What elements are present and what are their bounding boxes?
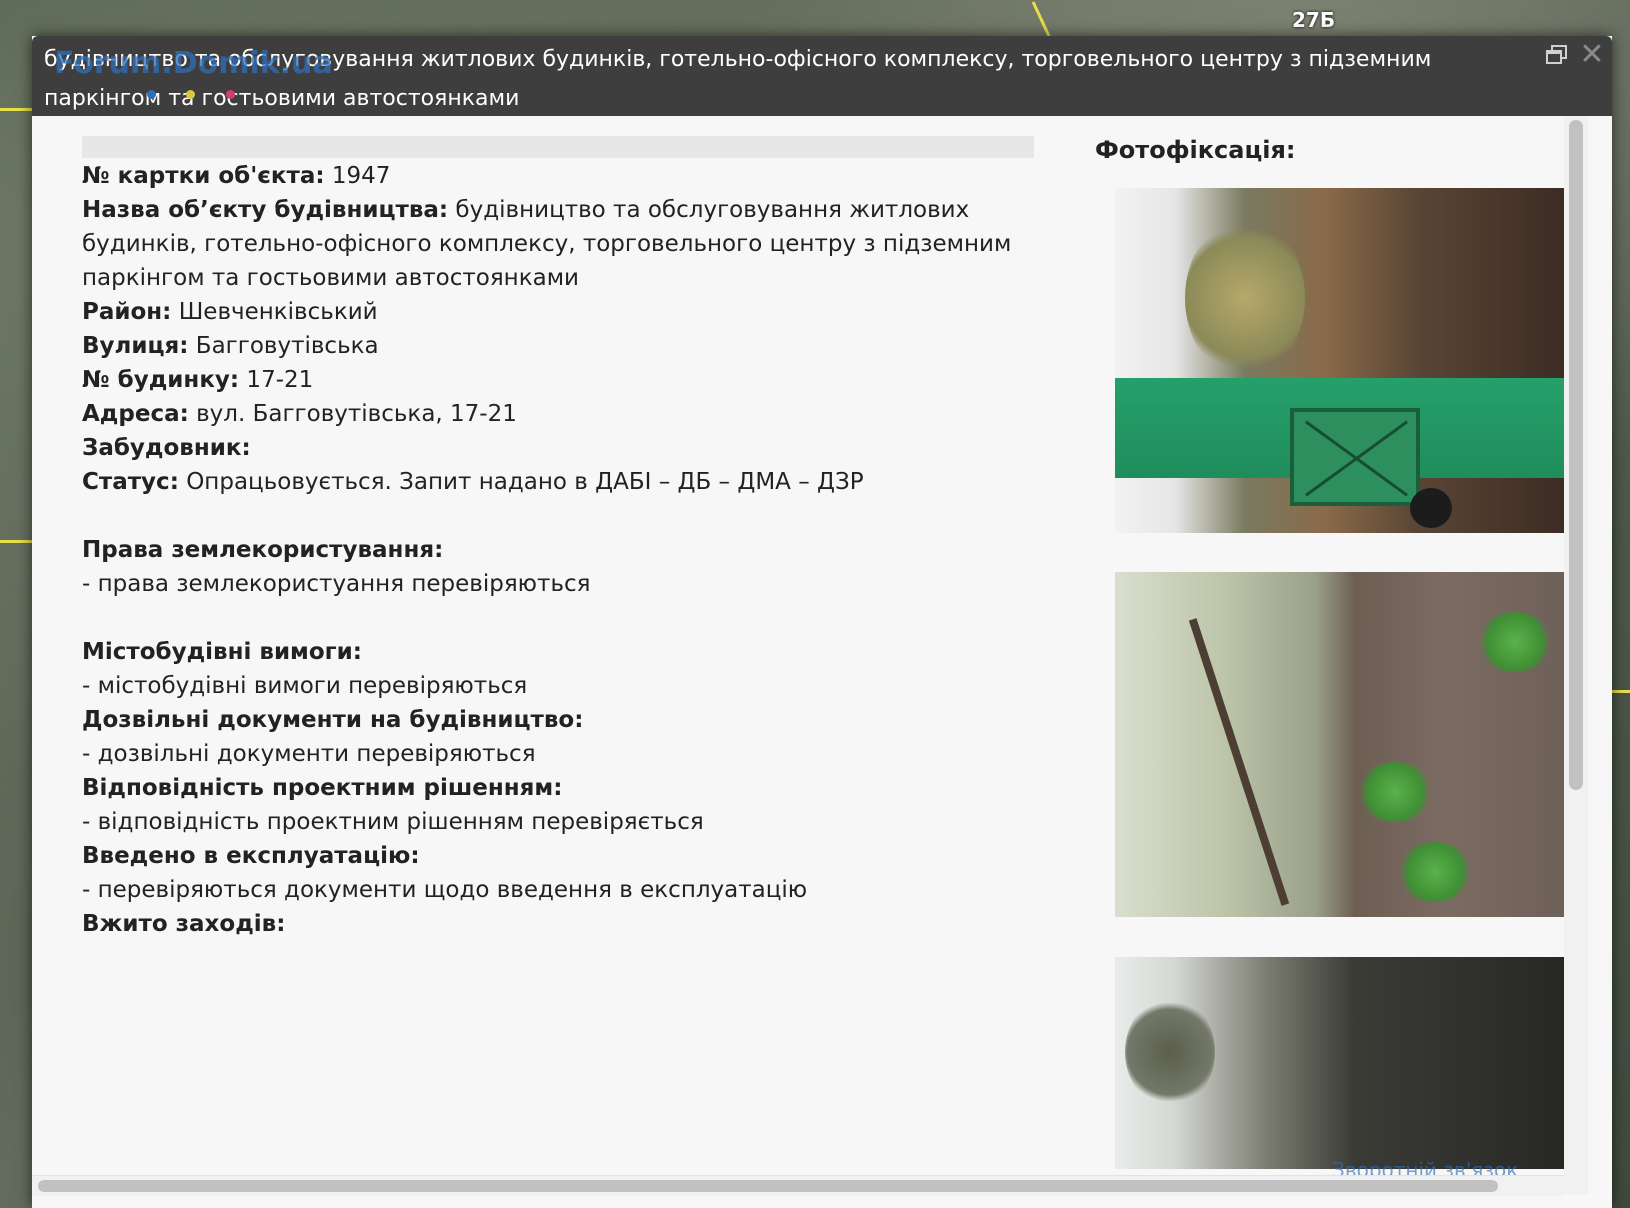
field-value: 1947 xyxy=(324,163,391,189)
section-heading: Введено в експлуатацію: xyxy=(82,839,1032,873)
object-name-row: Назва об’єкту будівництва: будівництво т… xyxy=(82,193,1032,295)
section-heading: Містобудівні вимоги: xyxy=(82,635,1032,669)
section-heading: Права землекористування: xyxy=(82,533,1032,567)
land-rights-heading: Права землекористування: xyxy=(82,537,444,563)
dialog-content: № картки об'єкта: 1947 Назва об’єкту буд… xyxy=(32,116,1612,1208)
field-label: № картки об'єкта: xyxy=(82,163,325,189)
street-row: Вулиця: Багговутівська xyxy=(82,329,1032,363)
map-road-line xyxy=(1610,690,1630,693)
district-row: Район: Шевченківський xyxy=(82,295,1032,329)
field-label: Адреса: xyxy=(82,401,189,427)
field-value: 17-21 xyxy=(239,367,314,393)
photo-tree-trunk xyxy=(1188,618,1290,906)
horizontal-scroll-thumb[interactable] xyxy=(38,1180,1498,1192)
photo-tree xyxy=(1185,218,1305,378)
card-number-row: № картки об'єкта: 1947 xyxy=(82,159,1032,193)
house-number-row: № будинку: 17-21 xyxy=(82,363,1032,397)
fence-and-trees-photo[interactable] xyxy=(1115,957,1575,1169)
urban-requirements-text: - містобудівні вимоги перевіряються xyxy=(82,673,528,699)
field-label: Забудовник: xyxy=(82,435,251,461)
section-heading: Відповідність проектним рішенням: xyxy=(82,771,1032,805)
object-info-dialog: будівництво та обслуговування житлових б… xyxy=(32,36,1612,1208)
photo-tree xyxy=(1125,997,1215,1107)
field-label: Вулиця: xyxy=(82,333,189,359)
map-building-label: 27Б xyxy=(1292,8,1336,32)
map-road-line xyxy=(0,540,32,543)
vertical-scroll-thumb[interactable] xyxy=(1569,120,1583,790)
urban-requirements-heading: Містобудівні вимоги: xyxy=(82,639,362,665)
compliance-heading: Відповідність проектним рішенням: xyxy=(82,775,563,801)
map-road-line xyxy=(0,108,32,111)
map-marker-dot xyxy=(147,90,156,99)
photo-plant xyxy=(1395,842,1475,902)
photos-heading: Фотофіксація: xyxy=(1095,136,1296,164)
field-label: Район: xyxy=(82,299,172,325)
map-marker-dot xyxy=(186,90,195,99)
field-label: Назва об’єкту будівництва: xyxy=(82,197,449,223)
vertical-scrollbar[interactable] xyxy=(1564,116,1588,1194)
measures-heading: Вжито заходів: xyxy=(82,911,286,937)
permits-text: - дозвільні документи перевіряються xyxy=(82,741,536,767)
field-value: Опрацьовується. Запит надано в ДАБІ – ДБ… xyxy=(178,469,864,495)
close-icon[interactable]: ✕ xyxy=(1578,38,1606,72)
land-rights-text: - права землекористуання перевіряються xyxy=(82,571,591,597)
developer-row: Забудовник: xyxy=(82,431,1032,465)
photo-tire xyxy=(1410,488,1452,528)
restore-window-icon[interactable] xyxy=(1546,45,1568,65)
forum-watermark: Forum.Domik.ua xyxy=(54,46,333,81)
photo-plant xyxy=(1355,762,1435,822)
commissioned-heading: Введено в експлуатацію: xyxy=(82,843,420,869)
object-details: № картки об'єкта: 1947 Назва об’єкту буд… xyxy=(82,159,1032,941)
photo-plant xyxy=(1475,612,1555,672)
field-value: Шевченківський xyxy=(171,299,378,325)
field-label: № будинку: xyxy=(82,367,240,393)
map-marker-dot xyxy=(226,90,235,99)
commissioned-text: - перевіряються документи щодо введення … xyxy=(82,877,808,903)
photo-green-gate xyxy=(1290,408,1420,506)
trees-and-ground-photo[interactable] xyxy=(1115,572,1575,917)
permits-heading: Дозвільні документи на будівництво: xyxy=(82,707,584,733)
address-row: Адреса: вул. Багговутівська, 17-21 xyxy=(82,397,1032,431)
construction-site-gate-photo[interactable] xyxy=(1115,188,1575,533)
header-placeholder-bar xyxy=(82,136,1034,158)
section-heading: Дозвільні документи на будівництво: xyxy=(82,703,1032,737)
map-road-line xyxy=(1031,1,1052,39)
section-heading: Вжито заходів: xyxy=(82,907,1032,941)
field-label: Статус: xyxy=(82,469,179,495)
status-row: Статус: Опрацьовується. Запит надано в Д… xyxy=(82,465,1032,499)
horizontal-scrollbar[interactable] xyxy=(32,1175,1564,1196)
field-value: Багговутівська xyxy=(188,333,379,359)
compliance-text: - відповідність проектним рішенням перев… xyxy=(82,809,704,835)
field-value: вул. Багговутівська, 17-21 xyxy=(188,401,517,427)
